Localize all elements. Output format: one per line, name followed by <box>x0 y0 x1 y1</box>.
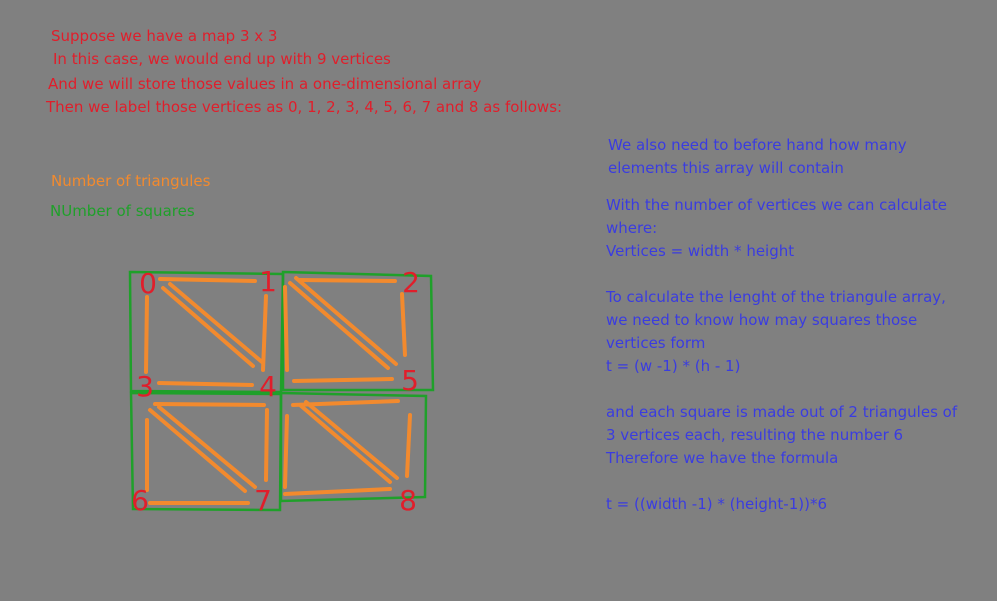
vertex-label-7: 7 <box>254 484 272 517</box>
grid-diagram: 0 1 2 3 4 5 6 7 8 <box>128 265 435 517</box>
diagram-canvas: Suppose we have a map 3 x 3 In this case… <box>0 0 997 601</box>
triangle-edge <box>292 377 394 383</box>
triangle-edge <box>158 277 257 283</box>
triangle-edge <box>288 281 390 370</box>
vertex-label-3: 3 <box>136 370 154 403</box>
triangle-edge <box>283 285 289 372</box>
vertex-label-1: 1 <box>259 265 277 298</box>
triangle-edge <box>400 292 407 357</box>
triangle-edge <box>283 414 289 489</box>
vertex-label-5: 5 <box>401 364 419 397</box>
vertex-label-4: 4 <box>259 370 277 403</box>
vertex-label-2: 2 <box>402 266 420 299</box>
triangle-edge <box>157 405 257 489</box>
triangle-edge <box>148 408 247 493</box>
triangle-edge <box>144 295 149 374</box>
squares-group <box>128 270 435 512</box>
triangle-edge <box>283 487 392 496</box>
triangle-edge <box>153 402 266 407</box>
vertex-label-6: 6 <box>131 484 149 517</box>
vertex-label-0: 0 <box>139 267 157 300</box>
triangle-edge <box>298 403 392 484</box>
triangle-edge <box>261 294 268 372</box>
triangle-edge <box>304 400 399 480</box>
triangle-edge <box>264 408 269 482</box>
vertex-label-8: 8 <box>399 484 417 517</box>
triangle-edge <box>161 286 255 368</box>
triangle-edge <box>297 278 397 283</box>
triangle-edge <box>168 282 264 364</box>
triangle-edge <box>157 381 254 387</box>
triangle-edge <box>405 413 412 478</box>
triangle-edge <box>294 276 398 366</box>
